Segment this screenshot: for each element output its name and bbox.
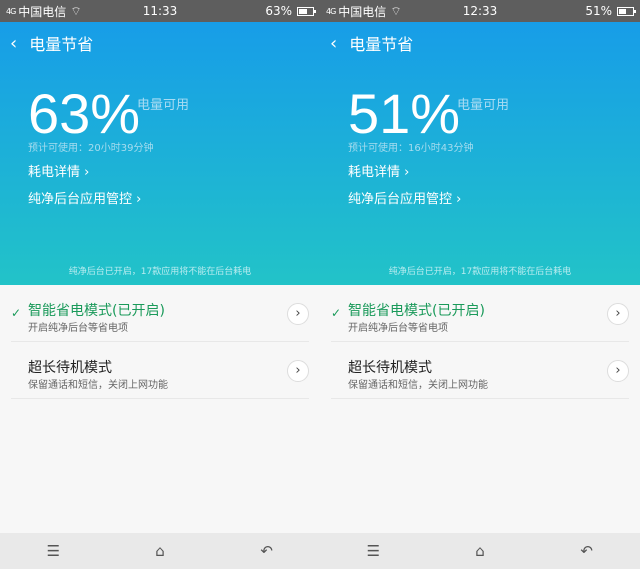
battery-text: 63% — [265, 4, 292, 18]
battery-summary: ‹ 电量节省 51% 电量可用 预计可使用：16小时43分钟 耗电详情 › 纯净后… — [320, 22, 640, 285]
wifi-icon: ⌔ — [390, 3, 402, 18]
battery-summary: ‹ 电量节省 63% 电量可用 预计可使用：20小时39分钟 耗电详情 › 纯净后… — [0, 22, 320, 285]
chevron-right-icon[interactable]: › — [607, 360, 629, 382]
chevron-right-icon[interactable]: › — [607, 303, 629, 325]
navigation-bar: ☰ ⌂ ↶ — [0, 533, 320, 569]
background-control-link[interactable]: 纯净后台应用管控 › — [348, 188, 461, 207]
mode-title: 智能省电模式(已开启) — [348, 303, 485, 319]
menu-icon[interactable]: ☰ — [33, 542, 73, 560]
carrier-name: 中国电信 — [18, 4, 67, 19]
phone-screen: 4G 中国电信 ⌔ 11:33 63% ‹ 电量节省 63% 电量可用 预计可使用… — [0, 0, 320, 569]
power-details-link[interactable]: 耗电详情 › — [28, 161, 89, 180]
mode-title: 智能省电模式(已开启) — [28, 303, 165, 319]
battery-icon — [617, 6, 636, 16]
battery-percent: 63% — [28, 82, 141, 145]
check-icon: ✓ — [11, 306, 22, 320]
smart-saving-mode[interactable]: ✓ 智能省电模式(已开启) 开启纯净后台等省电项 › — [331, 285, 629, 342]
available-label: 电量可用 — [457, 98, 510, 113]
estimated-time: 预计可使用：16小时43分钟 — [348, 143, 474, 154]
power-details-link[interactable]: 耗电详情 › — [348, 161, 409, 180]
battery-percent: 51% — [348, 82, 461, 145]
carrier-name: 中国电信 — [338, 4, 387, 19]
status-bar: 4G 中国电信 ⌔ 12:33 51% — [320, 0, 640, 22]
back-icon[interactable]: ‹ — [330, 33, 337, 54]
smart-saving-mode[interactable]: ✓ 智能省电模式(已开启) 开启纯净后台等省电项 › — [11, 285, 309, 342]
wifi-icon: ⌔ — [70, 3, 82, 18]
back-icon[interactable]: ‹ — [10, 33, 17, 54]
mode-subtitle: 开启纯净后台等省电项 — [348, 323, 448, 334]
signal-icon: 4G — [6, 6, 16, 16]
home-icon[interactable]: ⌂ — [460, 542, 500, 560]
status-bar: 4G 中国电信 ⌔ 11:33 63% — [0, 0, 320, 22]
mode-title: 超长待机模式 — [348, 360, 432, 376]
mode-subtitle: 开启纯净后台等省电项 — [28, 323, 128, 334]
chevron-right-icon[interactable]: › — [287, 303, 309, 325]
chevron-right-icon[interactable]: › — [287, 360, 309, 382]
background-note: 纯净后台已开启，17款应用将不能在后台耗电 — [388, 267, 572, 277]
page-title: 电量节省 — [29, 35, 94, 54]
available-label: 电量可用 — [137, 98, 190, 113]
estimated-time: 预计可使用：20小时39分钟 — [28, 143, 154, 154]
signal-icon: 4G — [326, 6, 336, 16]
battery-text: 51% — [585, 4, 612, 18]
ultra-standby-mode[interactable]: 超长待机模式 保留通话和短信，关闭上网功能 › — [11, 342, 309, 399]
home-icon[interactable]: ⌂ — [140, 542, 180, 560]
back-nav-icon[interactable]: ↶ — [247, 542, 287, 560]
navigation-bar: ☰ ⌂ ↶ — [320, 533, 640, 569]
page-title: 电量节省 — [349, 35, 414, 54]
back-nav-icon[interactable]: ↶ — [567, 542, 607, 560]
ultra-standby-mode[interactable]: 超长待机模式 保留通话和短信，关闭上网功能 › — [331, 342, 629, 399]
check-icon: ✓ — [331, 306, 342, 320]
background-note: 纯净后台已开启，17款应用将不能在后台耗电 — [68, 267, 252, 277]
mode-subtitle: 保留通话和短信，关闭上网功能 — [348, 380, 488, 391]
phone-screen: 4G 中国电信 ⌔ 12:33 51% ‹ 电量节省 51% 电量可用 预计可使用… — [320, 0, 640, 569]
battery-icon — [297, 6, 316, 16]
mode-title: 超长待机模式 — [28, 360, 112, 376]
menu-icon[interactable]: ☰ — [353, 542, 393, 560]
background-control-link[interactable]: 纯净后台应用管控 › — [28, 188, 141, 207]
mode-subtitle: 保留通话和短信，关闭上网功能 — [28, 380, 168, 391]
